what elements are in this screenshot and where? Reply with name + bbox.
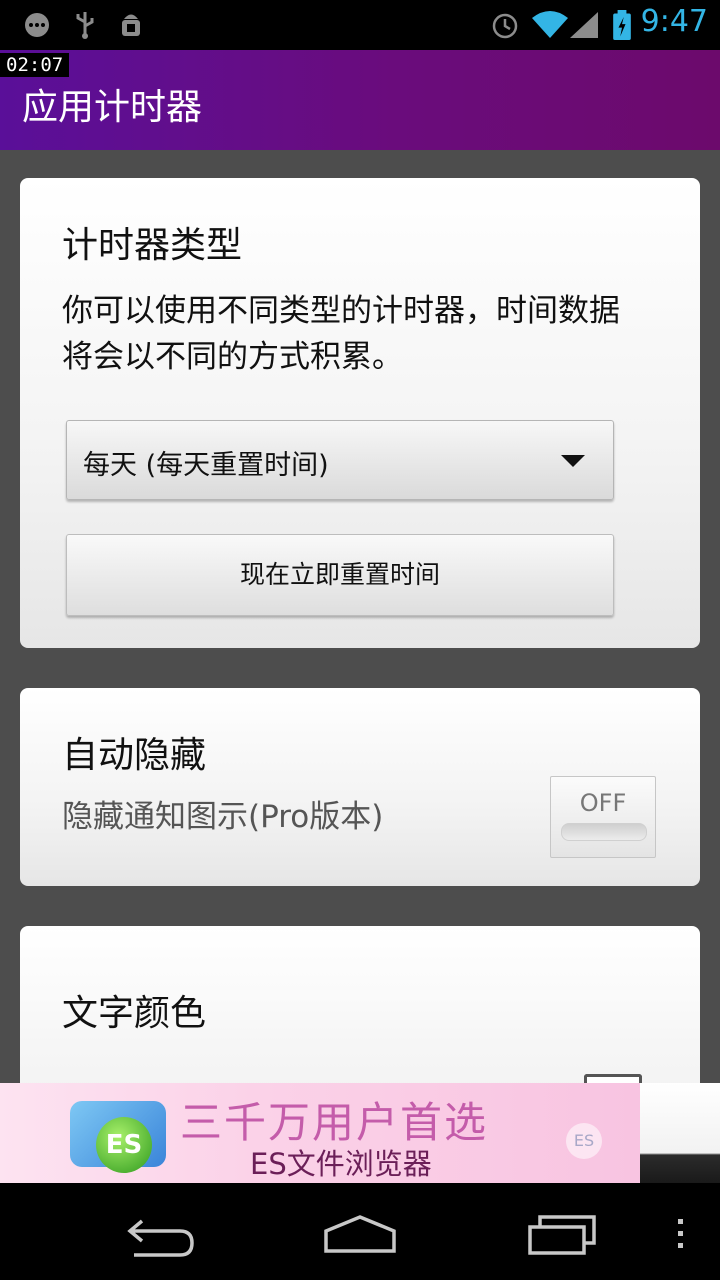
- ad-side-strip: [640, 1083, 720, 1183]
- wifi-icon: [532, 11, 568, 38]
- recents-icon[interactable]: [524, 1203, 600, 1263]
- toggle-track: [561, 823, 647, 841]
- alarm-icon: [492, 13, 518, 39]
- usb-icon: [76, 12, 94, 39]
- menu-overflow-icon[interactable]: [670, 1203, 690, 1263]
- message-icon: [25, 13, 49, 37]
- timer-type-description: 你可以使用不同类型的计时器，时间数据将会以不同的方式积累。: [62, 293, 620, 375]
- auto-hide-card: 自动隐藏 隐藏通知图示(Pro版本) OFF: [20, 688, 700, 886]
- battery-charging-icon: [613, 10, 631, 40]
- timer-type-spinner[interactable]: 每天 (每天重置时间): [66, 420, 614, 500]
- home-icon[interactable]: [320, 1203, 400, 1263]
- navigation-bar: [0, 1183, 720, 1280]
- signal-icon: [570, 12, 598, 38]
- reset-time-button[interactable]: 现在立即重置时间: [66, 534, 614, 616]
- status-clock: 9:47: [640, 4, 708, 39]
- action-bar: 应用计时器: [0, 50, 720, 150]
- ad-subtitle: ES文件浏览器: [250, 1147, 432, 1181]
- overlay-timer: 02:07: [0, 53, 70, 77]
- timer-type-card: 计时器类型 你可以使用不同类型的计时器，时间数据将会以不同的方式积累。 每天 (…: [20, 178, 700, 648]
- timer-type-heading: 计时器类型: [62, 225, 243, 266]
- page-title: 应用计时器: [22, 87, 203, 128]
- es-logo-badge: ES: [96, 1117, 152, 1173]
- spinner-selected-value: 每天 (每天重置时间): [83, 450, 329, 481]
- toggle-state-label: OFF: [579, 789, 627, 817]
- auto-hide-description: 隐藏通知图示(Pro版本): [62, 799, 384, 835]
- dropdown-arrow-icon: [561, 455, 585, 467]
- text-color-heading: 文字颜色: [62, 993, 207, 1034]
- auto-hide-toggle[interactable]: OFF: [550, 776, 656, 858]
- ad-banner[interactable]: ES 三千万用户首选 ES文件浏览器 ES: [0, 1083, 640, 1183]
- ad-watermark-logo: ES: [566, 1123, 602, 1159]
- back-icon[interactable]: [122, 1203, 198, 1263]
- auto-hide-heading: 自动隐藏: [62, 735, 207, 776]
- android-debug-icon: [122, 14, 140, 36]
- status-bar: 9:47: [0, 0, 720, 50]
